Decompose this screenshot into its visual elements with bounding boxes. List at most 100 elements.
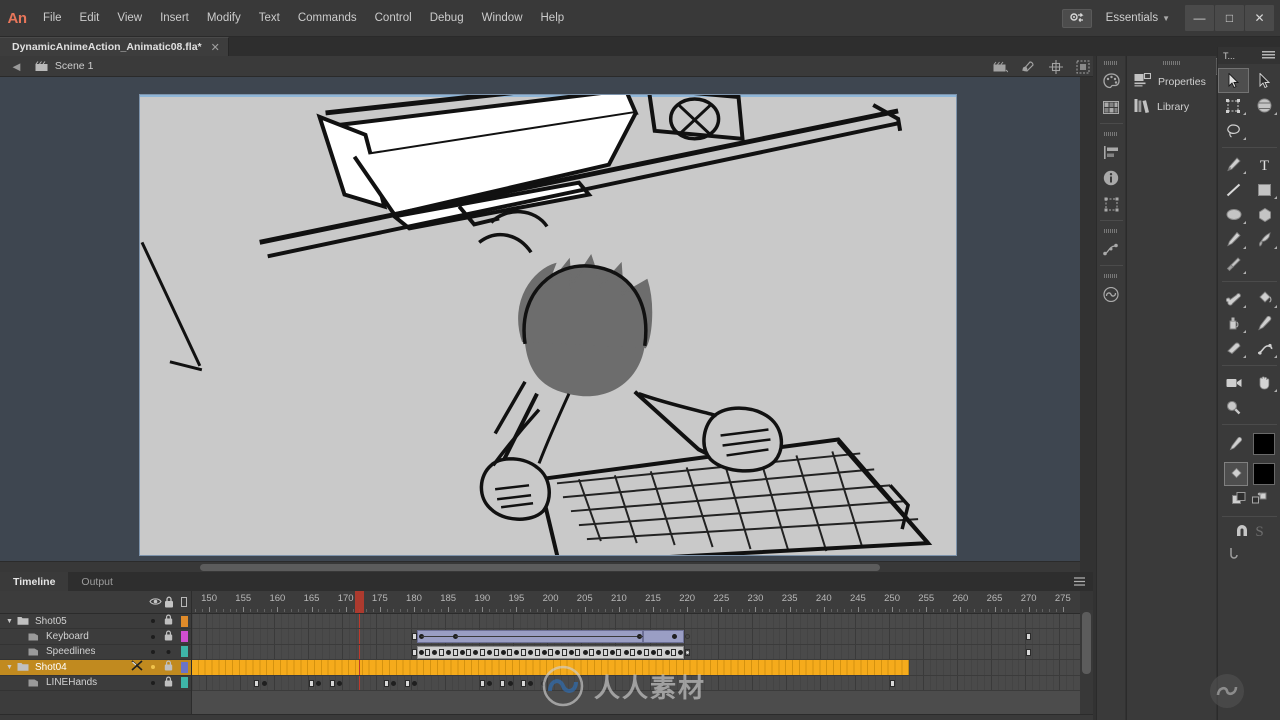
ink-bottle-tool[interactable] (1218, 311, 1249, 336)
tool-expand-corner[interactable] (1274, 196, 1277, 199)
tool-expand-corner[interactable] (1243, 330, 1246, 333)
close-icon[interactable]: ✕ (211, 41, 220, 54)
eyedropper-tool[interactable] (1249, 311, 1280, 336)
lock-icon[interactable] (164, 596, 174, 611)
expand-triangle-icon[interactable]: ▼ (4, 664, 15, 671)
eye-icon[interactable] (149, 597, 162, 609)
dock-grip[interactable] (1104, 132, 1118, 136)
keyframe-marker[interactable] (637, 649, 643, 655)
tool-expand-corner[interactable] (1243, 305, 1246, 308)
keyframe-marker[interactable] (459, 649, 465, 655)
swatches-icon[interactable] (1097, 94, 1126, 120)
subselection-tool[interactable] (1249, 68, 1280, 93)
menu-text[interactable]: Text (250, 0, 289, 37)
keyframe-marker[interactable] (336, 680, 342, 686)
keyframe-marker[interactable] (500, 649, 506, 655)
layer-row-shot05[interactable]: ▼ Shot05 (0, 614, 191, 630)
eraser-tool[interactable] (1218, 336, 1249, 361)
stage-area[interactable] (0, 77, 1080, 561)
blank-keyframe-marker[interactable] (425, 648, 431, 656)
layer-color-chip[interactable] (181, 631, 188, 643)
tool-expand-corner[interactable] (1274, 389, 1277, 392)
lock-icon[interactable] (164, 630, 173, 644)
layer-name[interactable]: Keyboard (46, 631, 89, 642)
stroke-color-icon[interactable] (1224, 432, 1248, 456)
frame-row-linehands[interactable] (192, 675, 1080, 691)
keyframe-marker[interactable] (446, 649, 452, 655)
blank-keyframe-marker[interactable] (561, 648, 567, 656)
edit-symbol-icon[interactable] (1021, 60, 1036, 73)
workspace-switch-icon[interactable] (1061, 8, 1092, 28)
blank-keyframe-marker[interactable] (616, 648, 622, 656)
blank-keyframe-marker[interactable] (889, 679, 895, 687)
keyframe-marker[interactable] (316, 680, 322, 686)
tool-expand-corner[interactable] (1243, 137, 1246, 140)
scene-label[interactable]: Scene 1 (55, 60, 94, 72)
document-tab[interactable]: DynamicAnimeAction_Animatic08.fla* ✕ (0, 37, 229, 56)
tool-expand-corner[interactable] (1243, 221, 1246, 224)
stage-canvas[interactable] (139, 94, 957, 556)
stage-horizontal-scrollbar[interactable] (0, 561, 1080, 572)
keyframe-marker[interactable] (411, 680, 417, 686)
free-transform-tool[interactable] (1218, 93, 1249, 118)
blank-keyframe-marker[interactable] (500, 679, 506, 687)
bone-tool[interactable] (1218, 286, 1249, 311)
dock-grip[interactable] (1104, 61, 1118, 65)
unlock-dot-icon[interactable] (164, 645, 173, 659)
tool-expand-corner[interactable] (1274, 355, 1277, 358)
blank-keyframe-marker[interactable] (493, 648, 499, 656)
motion-tween-span[interactable] (642, 630, 684, 644)
frame-row-shot04[interactable] (192, 660, 1080, 676)
blank-keyframe-marker[interactable] (384, 679, 390, 687)
panel-item-library[interactable]: Library (1127, 94, 1216, 119)
blank-keyframe-marker[interactable] (1026, 633, 1032, 641)
keyframe-marker[interactable] (473, 649, 479, 655)
color-icon[interactable] (1097, 68, 1126, 94)
tool-expand-corner[interactable] (1243, 355, 1246, 358)
paint-bucket-tool[interactable] (1249, 286, 1280, 311)
keyframe-marker[interactable] (391, 680, 397, 686)
selected-frame-span[interactable] (192, 660, 910, 676)
layer-list[interactable]: ▼ Shot05 Keyboard Speedlines ▼ Shot04 LINEHand… (0, 614, 192, 714)
blank-keyframe-marker[interactable] (438, 648, 444, 656)
keyframe-marker[interactable] (528, 649, 534, 655)
layer-name[interactable]: LINEHands (46, 677, 97, 688)
keyframe-marker[interactable] (596, 649, 602, 655)
layer-visibility-toggle[interactable] (151, 680, 155, 685)
frame-row-shot05[interactable] (192, 614, 1080, 630)
timeline-ruler[interactable]: 150 155 160 165 170 175 180 185 190 195 200 205 210 2… (192, 591, 1080, 614)
menu-help[interactable]: Help (532, 0, 574, 37)
maximize-button[interactable]: □ (1215, 5, 1244, 31)
stroke-color-swatch[interactable] (1252, 433, 1275, 455)
tool-expand-corner[interactable] (1274, 246, 1277, 249)
tool-expand-corner[interactable] (1274, 112, 1277, 115)
camera-tool[interactable] (1218, 370, 1249, 395)
blank-keyframe-marker[interactable] (479, 648, 485, 656)
keyframe-marker[interactable] (623, 649, 629, 655)
lock-icon[interactable] (164, 660, 173, 674)
keyframe-marker[interactable] (418, 649, 424, 655)
frame-row-keyboard[interactable] (192, 629, 1080, 645)
menu-file[interactable]: File (34, 0, 71, 37)
layer-color-chip[interactable] (181, 677, 188, 689)
keyframe-marker[interactable] (514, 649, 520, 655)
blank-keyframe-marker[interactable] (411, 633, 417, 641)
workspace-name[interactable]: Essentials (1106, 12, 1158, 24)
blank-keyframe-marker[interactable] (309, 679, 315, 687)
fill-color-icon[interactable] (1223, 462, 1248, 486)
keyframe-marker[interactable] (651, 649, 657, 655)
expand-triangle-icon[interactable]: ▼ (4, 618, 15, 625)
keyframe-marker[interactable] (261, 680, 267, 686)
keyframe-marker[interactable] (610, 649, 616, 655)
smooth-icon[interactable]: S (1255, 524, 1263, 541)
fit-stage-icon[interactable] (1076, 60, 1090, 74)
oval-tool[interactable] (1218, 202, 1249, 227)
layer-row-shot04[interactable]: ▼ Shot04 (0, 660, 191, 676)
scrollbar-thumb[interactable] (1082, 612, 1091, 674)
frame-row-speedlines[interactable] (192, 644, 1080, 661)
end-frame-marker[interactable] (541, 680, 547, 686)
layer-filter-icon[interactable] (131, 660, 143, 674)
panel-grip[interactable] (1162, 61, 1181, 65)
blank-keyframe-marker[interactable] (479, 679, 485, 687)
blank-keyframe-marker[interactable] (575, 648, 581, 656)
